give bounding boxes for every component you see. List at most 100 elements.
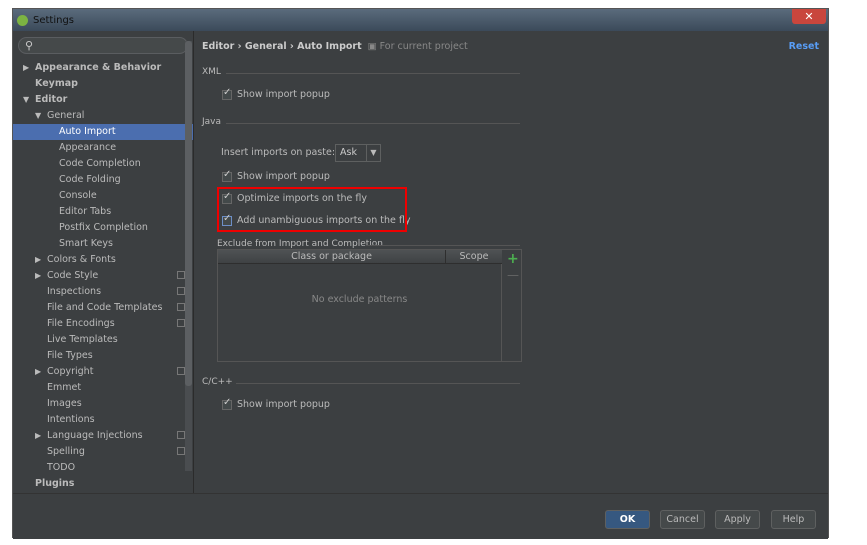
tree-item-label: Appearance & Behavior — [35, 62, 162, 73]
tree-item-label: Images — [47, 398, 82, 409]
expand-arrow-icon: ▶ — [35, 271, 42, 280]
tree-item[interactable]: ▼ General — [13, 108, 193, 124]
tree-item[interactable]: ▶ Appearance & Behavior — [13, 60, 193, 76]
tree-item[interactable]: ▶ Code Style — [13, 268, 193, 284]
tree-item[interactable]: Smart Keys — [13, 236, 193, 252]
tree-item-label: Language Injections — [47, 430, 143, 441]
project-settings-icon — [177, 319, 185, 327]
tree-item-label: File Encodings — [47, 318, 115, 329]
search-icon: ⚲ — [25, 39, 34, 52]
tree-item[interactable]: Editor Tabs — [13, 204, 193, 220]
title-bar: Settings ✕ — [13, 9, 828, 31]
cpp-group-title: C/C++ — [202, 377, 520, 389]
tree-item[interactable]: File Encodings — [13, 316, 193, 332]
exclude-table: Class or package Scope No exclude patter… — [217, 249, 522, 362]
tree-item-label: File Types — [47, 350, 93, 361]
tree-item-label: Emmet — [47, 382, 82, 393]
tree-item[interactable]: ▶ Language Injections — [13, 428, 193, 444]
project-settings-icon — [177, 287, 185, 295]
apply-button[interactable]: Apply — [715, 510, 760, 529]
xml-group-title: XML — [202, 67, 520, 79]
project-settings-icon — [177, 303, 185, 311]
settings-window: Settings ✕ ⚲ ▶ Appearance & Behavior Keyma… — [12, 8, 829, 539]
tree-item-label: Code Folding — [59, 174, 121, 185]
tree-item-label: Postfix Completion — [59, 222, 148, 233]
tree-item-label: Auto Import — [59, 126, 116, 137]
tree-item-label: Keymap — [35, 78, 78, 89]
java-show-import-popup-checkbox[interactable]: Show import popup — [222, 169, 330, 182]
tree-item[interactable]: Code Folding — [13, 172, 193, 188]
tree-item-label: Code Style — [47, 270, 99, 281]
tree-item-label: Appearance — [59, 142, 117, 153]
tree-item-label: Console — [59, 190, 97, 201]
sidebar: ⚲ ▶ Appearance & Behavior Keymap ▼ Editor ▼ Ge… — [13, 31, 193, 493]
column-scope[interactable]: Scope — [446, 250, 502, 263]
auto-import-panel: Editor › General › Auto Import ▣ For curr… — [194, 31, 828, 493]
tree-item[interactable]: ▼ Editor — [13, 92, 193, 108]
tree-item[interactable]: File and Code Templates — [13, 300, 193, 316]
xml-show-import-popup-checkbox[interactable]: Show import popup — [222, 87, 330, 100]
project-settings-icon — [177, 271, 185, 279]
search-input[interactable]: ⚲ — [18, 37, 188, 54]
ok-button[interactable]: OK — [605, 510, 650, 529]
insert-imports-label: Insert imports on paste: — [221, 147, 336, 158]
tree-item-label: Editor — [35, 94, 68, 105]
cancel-button[interactable]: Cancel — [660, 510, 705, 529]
tree-item-label: Code Completion — [59, 158, 141, 169]
expand-arrow-icon: ▼ — [23, 95, 30, 104]
expand-arrow-icon: ▶ — [23, 63, 30, 72]
tree-item[interactable]: Inspections — [13, 284, 193, 300]
tree-item[interactable]: Keymap — [13, 76, 193, 92]
insert-imports-dropdown[interactable]: Ask ▼ — [335, 144, 381, 162]
remove-icon[interactable]: — — [507, 268, 519, 282]
settings-tree: ▶ Appearance & Behavior Keymap ▼ Editor ▼ Gene… — [13, 60, 193, 492]
tree-item-label: Intentions — [47, 414, 95, 425]
project-settings-icon — [177, 447, 185, 455]
add-icon[interactable]: + — [507, 251, 519, 267]
help-button[interactable]: Help — [771, 510, 816, 529]
project-icon: ▣ — [367, 41, 380, 52]
project-settings-icon — [177, 431, 185, 439]
sidebar-scrollbar[interactable] — [185, 41, 192, 471]
project-settings-icon — [177, 367, 185, 375]
tree-item[interactable]: Appearance — [13, 140, 193, 156]
tree-item-label: Live Templates — [47, 334, 118, 345]
tree-item[interactable]: TODO — [13, 460, 193, 476]
empty-message: No exclude patterns — [218, 264, 502, 361]
window-title: Settings — [33, 14, 75, 26]
tree-item[interactable]: Live Templates — [13, 332, 193, 348]
tree-item-label: Copyright — [47, 366, 94, 377]
tree-item[interactable]: Code Completion — [13, 156, 193, 172]
tree-item[interactable]: ▶ Colors & Fonts — [13, 252, 193, 268]
dialog-footer: OK Cancel Apply Help — [13, 493, 828, 539]
tree-item-label: Editor Tabs — [59, 206, 112, 217]
reset-link[interactable]: Reset — [789, 41, 819, 52]
tree-item[interactable]: Images — [13, 396, 193, 412]
tree-item-label: Smart Keys — [59, 238, 113, 249]
tree-item[interactable]: File Types — [13, 348, 193, 364]
expand-arrow-icon: ▶ — [35, 255, 42, 264]
tree-item[interactable]: ▶ Copyright — [13, 364, 193, 380]
tree-item-label: General — [47, 110, 85, 121]
tree-item-label: TODO — [47, 462, 76, 473]
expand-arrow-icon: ▶ — [35, 431, 42, 440]
tree-item-label: Spelling — [47, 446, 85, 457]
cpp-show-import-popup-checkbox[interactable]: Show import popup — [222, 397, 330, 410]
column-class-or-package[interactable]: Class or package — [218, 250, 446, 263]
tree-item[interactable]: Spelling — [13, 444, 193, 460]
android-studio-icon — [17, 14, 28, 26]
tree-item[interactable]: Plugins — [13, 476, 193, 492]
expand-arrow-icon: ▼ — [35, 111, 42, 120]
tree-item-label: Inspections — [47, 286, 102, 297]
tree-item[interactable]: Postfix Completion — [13, 220, 193, 236]
tree-item[interactable]: Console — [13, 188, 193, 204]
tree-item-label: Plugins — [35, 478, 75, 489]
breadcrumb: Editor › General › Auto Import ▣ For curr… — [202, 41, 468, 52]
chevron-down-icon: ▼ — [366, 145, 380, 161]
close-button[interactable]: ✕ — [792, 9, 826, 24]
tree-item[interactable]: Emmet — [13, 380, 193, 396]
expand-arrow-icon: ▶ — [35, 367, 42, 376]
tree-item[interactable]: Intentions — [13, 412, 193, 428]
highlight-box — [217, 187, 407, 232]
tree-item[interactable]: Auto Import — [13, 124, 193, 140]
